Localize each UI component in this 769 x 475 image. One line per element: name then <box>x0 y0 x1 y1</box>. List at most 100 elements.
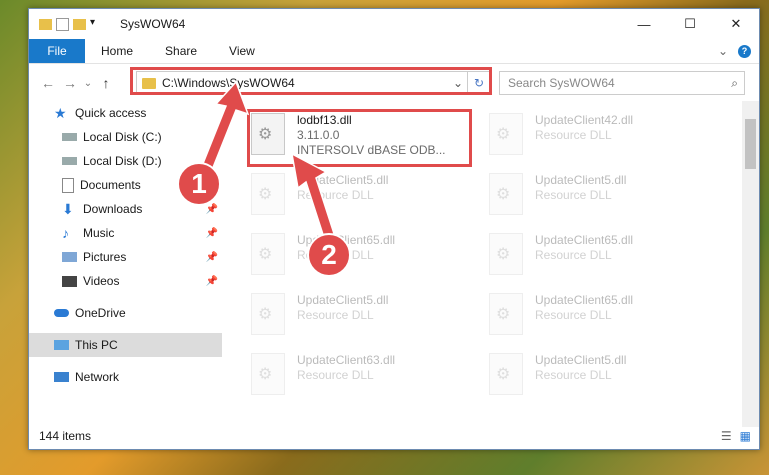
file-name: UpdateClient5.dll <box>535 173 627 187</box>
drive-icon <box>62 157 77 165</box>
sidebar-item-videos[interactable]: Videos 📌 <box>29 269 222 293</box>
videos-icon <box>62 275 77 287</box>
file-name: UpdateClient65.dll <box>535 293 634 307</box>
dll-file-icon <box>489 173 523 215</box>
file-name: UpdateClient65.dll <box>535 233 634 247</box>
tab-view[interactable]: View <box>213 44 271 58</box>
details-view-icon[interactable]: ☰ <box>721 429 732 443</box>
file-type: Resource DLL <box>535 308 612 322</box>
dll-file-icon <box>489 113 523 155</box>
title-bar: ▾ SysWOW64 — ☐ ✕ <box>29 9 759 39</box>
file-name: UpdateClient5.dll <box>535 353 627 367</box>
file-name: UpdateClient5.dll <box>297 293 389 307</box>
dll-file-icon <box>489 353 523 395</box>
sidebar-item-label: Network <box>75 370 120 384</box>
list-item[interactable]: UpdateClient65.dllResource DLL <box>489 293 709 345</box>
sidebar-item-pictures[interactable]: Pictures 📌 <box>29 245 222 269</box>
explorer-window: ▾ SysWOW64 — ☐ ✕ File Home Share View ⌄ … <box>28 8 760 450</box>
quick-access-toolbar: ▾ <box>29 17 104 31</box>
tab-home[interactable]: Home <box>85 44 149 58</box>
step-2-badge: 2 <box>307 233 351 277</box>
documents-icon <box>62 177 74 193</box>
folder-icon[interactable] <box>39 18 52 30</box>
network-icon <box>54 372 69 382</box>
close-button[interactable]: ✕ <box>713 9 759 39</box>
dll-file-icon <box>489 233 523 275</box>
sidebar-item-music[interactable]: ♪ Music 📌 <box>29 221 222 245</box>
sidebar-item-network[interactable]: Network <box>29 365 222 389</box>
forward-button[interactable]: → <box>59 75 81 91</box>
properties-icon[interactable] <box>56 17 69 31</box>
step-1-badge: 1 <box>177 162 221 206</box>
pin-icon[interactable]: 📌 <box>206 276 218 287</box>
dll-file-icon <box>251 353 285 395</box>
status-bar: 144 items ☰ ▦ <box>29 423 759 449</box>
back-button[interactable]: ← <box>37 75 59 91</box>
list-item[interactable]: UpdateClient5.dllResource DLL <box>251 173 471 225</box>
dll-file-icon <box>251 173 285 215</box>
downloads-icon: ⬇ <box>62 200 74 217</box>
list-item[interactable]: UpdateClient42.dllResource DLL <box>489 113 709 165</box>
address-highlight <box>130 67 492 95</box>
sidebar-item-onedrive[interactable]: OneDrive <box>29 301 222 325</box>
file-type: Resource DLL <box>535 248 612 262</box>
sidebar-item-label: This PC <box>75 338 118 352</box>
vertical-scrollbar[interactable] <box>742 101 759 427</box>
navigation-bar: ← → ⌄ ↑ C:\Windows\SysWOW64 ⌄ ↻ Search S… <box>29 64 759 102</box>
list-item[interactable]: UpdateClient65.dllResource DLL <box>489 233 709 285</box>
tab-share[interactable]: Share <box>149 44 213 58</box>
sidebar-item-label: Pictures <box>83 250 127 264</box>
music-icon: ♪ <box>62 224 69 241</box>
sidebar-item-label: OneDrive <box>75 306 126 320</box>
list-item[interactable]: UpdateClient5.dllResource DLL <box>251 293 471 345</box>
dll-file-icon <box>251 233 285 275</box>
file-highlight <box>247 109 472 167</box>
drive-icon <box>62 133 77 141</box>
sidebar-item-label: Local Disk (C:) <box>83 130 162 144</box>
customize-icon[interactable]: ▾ <box>90 17 104 31</box>
star-icon: ★ <box>54 104 67 121</box>
file-type: Resource DLL <box>297 308 374 322</box>
list-item[interactable]: UpdateClient63.dllResource DLL <box>251 353 471 405</box>
file-name: UpdateClient42.dll <box>535 113 634 127</box>
help-icon[interactable]: ? <box>738 44 751 58</box>
sidebar-item-label: Videos <box>83 274 120 288</box>
minimize-button[interactable]: — <box>621 9 667 39</box>
pin-icon[interactable]: 📌 <box>206 228 218 239</box>
search-box[interactable]: Search SysWOW64 ⌕ <box>499 71 745 95</box>
sidebar-item-label: Downloads <box>83 202 143 216</box>
pin-icon[interactable]: 📌 <box>206 204 218 215</box>
file-tab[interactable]: File <box>29 39 85 63</box>
maximize-button[interactable]: ☐ <box>667 9 713 39</box>
window-controls: — ☐ ✕ <box>621 9 759 39</box>
large-icons-view-icon[interactable]: ▦ <box>740 429 751 443</box>
search-input[interactable]: Search SysWOW64 <box>508 76 615 90</box>
onedrive-icon <box>54 309 69 317</box>
ribbon-tabs: File Home Share View ⌄ ? <box>29 39 759 64</box>
pin-icon[interactable]: 📌 <box>206 252 218 263</box>
pictures-icon <box>62 252 77 262</box>
search-icon[interactable]: ⌕ <box>731 76 738 91</box>
list-item[interactable]: UpdateClient65.dllResource DLL <box>251 233 471 285</box>
list-item[interactable]: UpdateClient5.dllResource DLL <box>489 173 709 225</box>
file-name: UpdateClient63.dll <box>297 353 396 367</box>
file-type: Resource DLL <box>535 188 612 202</box>
scrollbar-thumb[interactable] <box>745 119 756 169</box>
pc-icon <box>54 340 69 350</box>
list-item[interactable]: UpdateClient5.dllResource DLL <box>489 353 709 405</box>
up-button[interactable]: ↑ <box>95 75 117 91</box>
sidebar-item-label: Local Disk (D:) <box>83 154 162 168</box>
file-type: Resource DLL <box>535 368 612 382</box>
file-type: Resource DLL <box>535 128 612 142</box>
sidebar-item-label: Quick access <box>75 106 147 120</box>
dll-file-icon <box>251 293 285 335</box>
dll-file-icon <box>489 293 523 335</box>
sidebar-item-label: Music <box>83 226 115 240</box>
expand-ribbon-icon[interactable]: ⌄ <box>718 44 728 58</box>
window-title: SysWOW64 <box>120 17 186 31</box>
sidebar-item-label: Documents <box>80 178 141 192</box>
sidebar-item-this-pc[interactable]: This PC <box>29 333 222 357</box>
new-folder-icon[interactable] <box>73 18 86 30</box>
recent-dropdown[interactable]: ⌄ <box>81 78 95 89</box>
item-count: 144 items <box>39 429 92 443</box>
